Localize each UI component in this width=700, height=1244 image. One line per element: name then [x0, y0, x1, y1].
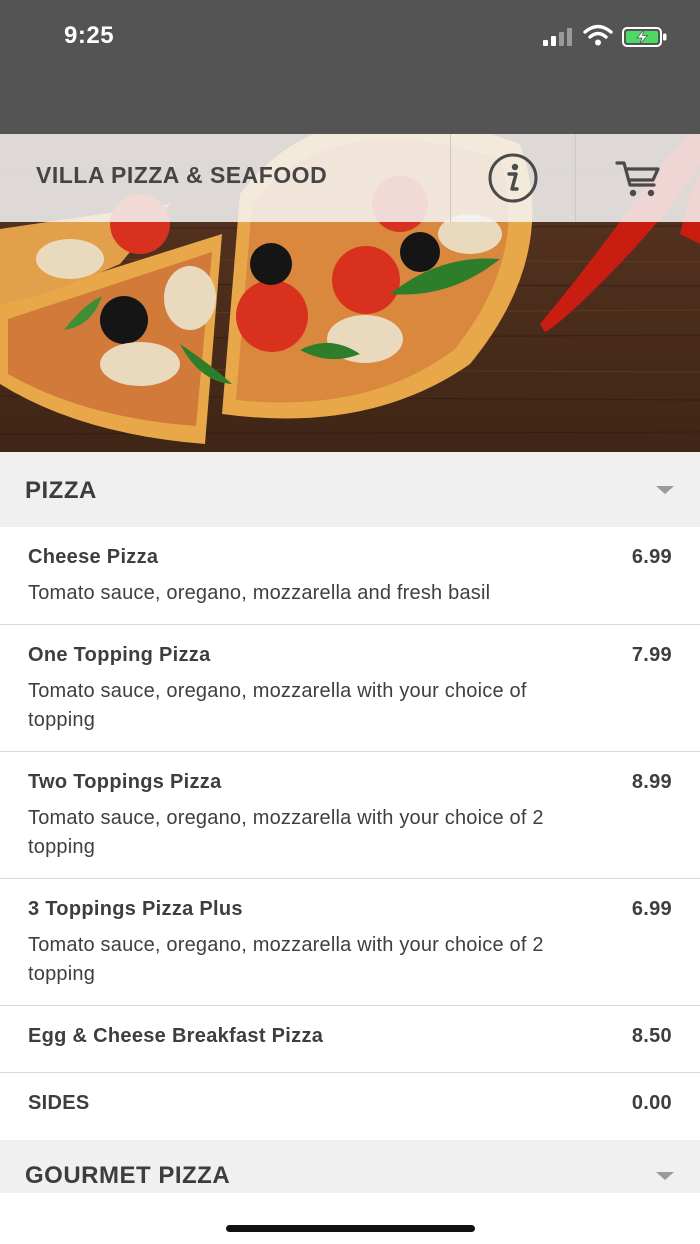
item-description: Tomato sauce, oregano, mozzarella and fr…	[28, 582, 491, 604]
category-header-gourmet-pizza[interactable]: GOURMET PIZZA	[0, 1140, 700, 1193]
category-header-pizza[interactable]: PIZZA	[0, 452, 700, 527]
menu-item[interactable]: One Topping Pizza 7.99 Tomato sauce, ore…	[0, 625, 700, 752]
category-label: PIZZA	[25, 477, 97, 504]
home-indicator-area	[0, 1193, 700, 1244]
item-name: SIDES	[28, 1092, 90, 1114]
item-description: Tomato sauce, oregano, mozzarella with y…	[28, 807, 544, 858]
category-label: GOURMET PIZZA	[25, 1162, 231, 1189]
home-indicator[interactable]	[226, 1225, 475, 1232]
item-name: 3 Toppings Pizza Plus	[28, 898, 243, 920]
info-button[interactable]	[451, 134, 575, 222]
item-name: Cheese Pizza	[28, 546, 159, 568]
wifi-icon	[583, 24, 613, 46]
item-name: One Topping Pizza	[28, 644, 211, 666]
chevron-down-icon	[656, 486, 674, 494]
signal-icon	[543, 28, 572, 46]
item-name: Two Toppings Pizza	[28, 771, 222, 793]
info-icon	[488, 153, 538, 203]
status-bar: 9:25	[0, 0, 700, 134]
menu-item[interactable]: Two Toppings Pizza 8.99 Tomato sauce, or…	[0, 752, 700, 879]
item-price: 8.50	[631, 1025, 672, 1047]
item-price: 7.99	[631, 644, 672, 666]
item-price: 0.00	[631, 1092, 672, 1114]
item-price: 6.99	[631, 898, 672, 920]
item-name: Egg & Cheese Breakfast Pizza	[28, 1025, 324, 1047]
menu-item[interactable]: Egg & Cheese Breakfast Pizza 8.50	[0, 1006, 700, 1073]
cart-button[interactable]	[576, 134, 700, 222]
status-time: 9:25	[64, 22, 115, 49]
menu-item[interactable]: 3 Toppings Pizza Plus 6.99 Tomato sauce,…	[0, 879, 700, 1006]
chevron-down-icon	[656, 1172, 674, 1180]
battery-charging-icon	[622, 27, 667, 47]
item-description: Tomato sauce, oregano, mozzarella with y…	[28, 934, 544, 985]
item-price: 8.99	[631, 771, 672, 793]
menu-item[interactable]: SIDES 0.00	[0, 1073, 700, 1140]
cart-icon	[615, 161, 660, 197]
restaurant-name: VILLA PIZZA & SEAFOOD	[36, 162, 328, 188]
item-price: 6.99	[631, 546, 672, 568]
item-description: Tomato sauce, oregano, mozzarella with y…	[28, 680, 527, 731]
menu-item[interactable]: Cheese Pizza 6.99 Tomato sauce, oregano,…	[0, 527, 700, 625]
